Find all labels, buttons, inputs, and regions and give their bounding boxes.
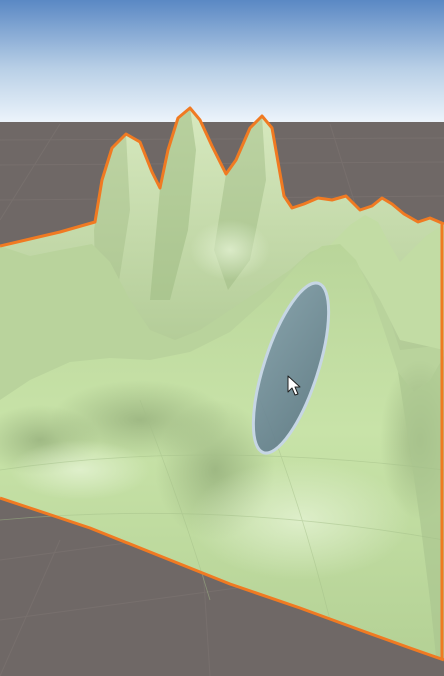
terrain-highlight-c xyxy=(190,220,270,280)
terrain-highlight-b xyxy=(10,440,150,500)
sky-background xyxy=(0,0,444,124)
scene-viewport[interactable] xyxy=(0,0,444,676)
terrain-highlight-a xyxy=(190,460,410,580)
scene-render[interactable] xyxy=(0,0,444,676)
